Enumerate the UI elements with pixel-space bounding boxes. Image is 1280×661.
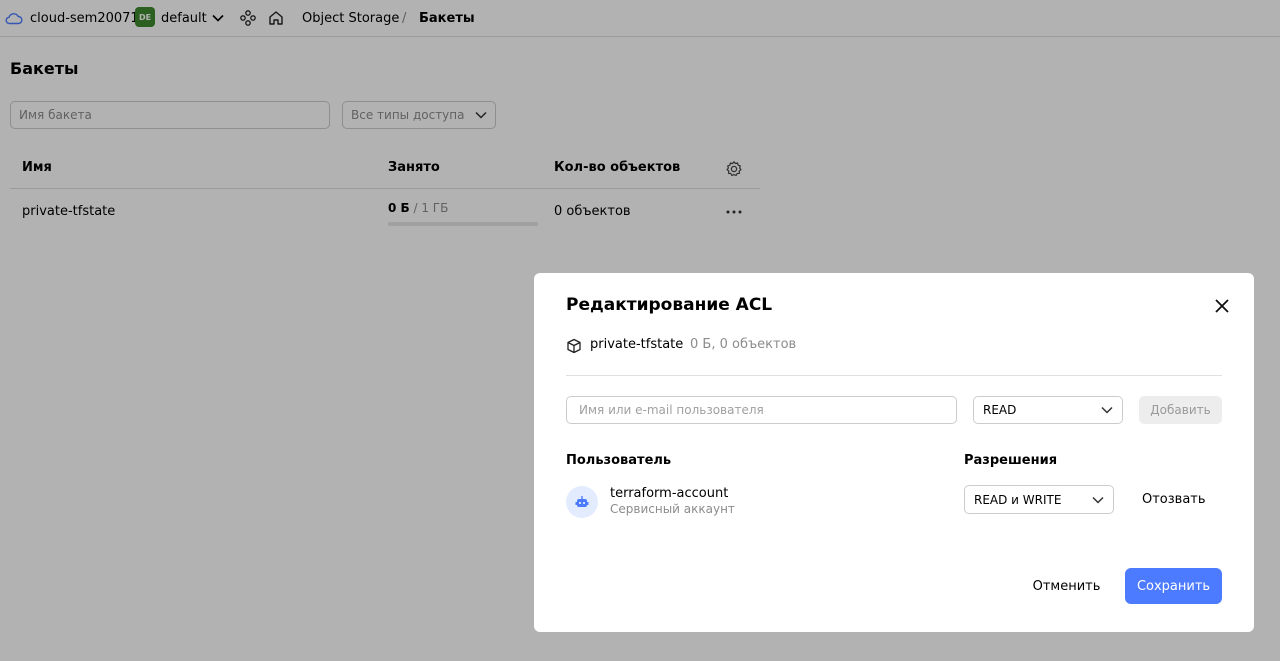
new-permission-value: READ — [983, 403, 1017, 417]
new-permission-select[interactable]: READ — [973, 396, 1123, 424]
cancel-button[interactable]: Отменить — [1028, 568, 1105, 604]
entry-permission-select[interactable]: READ и WRITE — [964, 485, 1114, 514]
chevron-down-icon — [1101, 406, 1113, 414]
bucket-icon — [566, 338, 582, 354]
column-user: Пользователь — [566, 453, 672, 468]
account-name: terraform-account — [610, 486, 729, 501]
bucket-name: private-tfstate — [590, 337, 684, 352]
acl-edit-dialog: Редактирование ACL private-tfstate 0 Б, … — [534, 273, 1254, 632]
user-search-input[interactable] — [566, 396, 957, 424]
dialog-divider — [566, 375, 1222, 376]
dialog-title: Редактирование ACL — [566, 295, 773, 315]
account-type: Сервисный аккаунт — [610, 502, 735, 516]
entry-permission-value: READ и WRITE — [974, 492, 1062, 507]
robot-icon — [566, 486, 598, 518]
column-permissions: Разрешения — [964, 453, 1058, 468]
save-button[interactable]: Сохранить — [1125, 568, 1222, 604]
revoke-button[interactable]: Отозвать — [1142, 492, 1206, 507]
add-button[interactable]: Добавить — [1139, 396, 1222, 424]
bucket-meta: 0 Б, 0 объектов — [690, 337, 797, 352]
close-icon[interactable] — [1212, 296, 1232, 316]
chevron-down-icon — [1092, 496, 1104, 504]
